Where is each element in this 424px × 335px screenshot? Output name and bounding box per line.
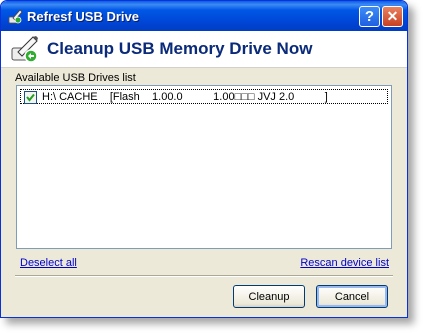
dialog-header: Cleanup USB Memory Drive Now xyxy=(1,31,407,68)
help-button[interactable]: ? xyxy=(359,6,380,27)
drive-text: H:\ CACHE [Flash 1.00.0 1.00□□□ JVJ 2.0 … xyxy=(42,91,328,103)
divider xyxy=(15,275,393,277)
help-icon: ? xyxy=(364,8,375,25)
cancel-button[interactable]: Cancel xyxy=(316,285,388,308)
close-icon: ✕ xyxy=(386,8,399,24)
close-button[interactable]: ✕ xyxy=(382,6,403,27)
header-title: Cleanup USB Memory Drive Now xyxy=(47,39,313,58)
usb-cleanup-icon xyxy=(9,34,41,64)
usb-drives-list[interactable]: H:\ CACHE [Flash 1.00.0 1.00□□□ JVJ 2.0 … xyxy=(16,85,392,249)
list-item[interactable]: H:\ CACHE [Flash 1.00.0 1.00□□□ JVJ 2.0 … xyxy=(20,89,388,104)
checkmark-icon xyxy=(26,93,35,102)
dialog-window: Refresf USB Drive ? ✕ Cleanup USB Memory… xyxy=(0,0,408,318)
title-bar[interactable]: Refresf USB Drive ? ✕ xyxy=(1,1,407,31)
cleanup-button[interactable]: Cleanup xyxy=(233,285,305,308)
window-title: Refresf USB Drive xyxy=(27,9,139,24)
usb-pencil-icon xyxy=(7,8,23,24)
drives-list-label: Available USB Drives list xyxy=(15,72,136,84)
rescan-device-list-link[interactable]: Rescan device list xyxy=(300,257,389,269)
drive-checkbox[interactable] xyxy=(24,91,37,104)
deselect-all-link[interactable]: Deselect all xyxy=(20,257,77,269)
